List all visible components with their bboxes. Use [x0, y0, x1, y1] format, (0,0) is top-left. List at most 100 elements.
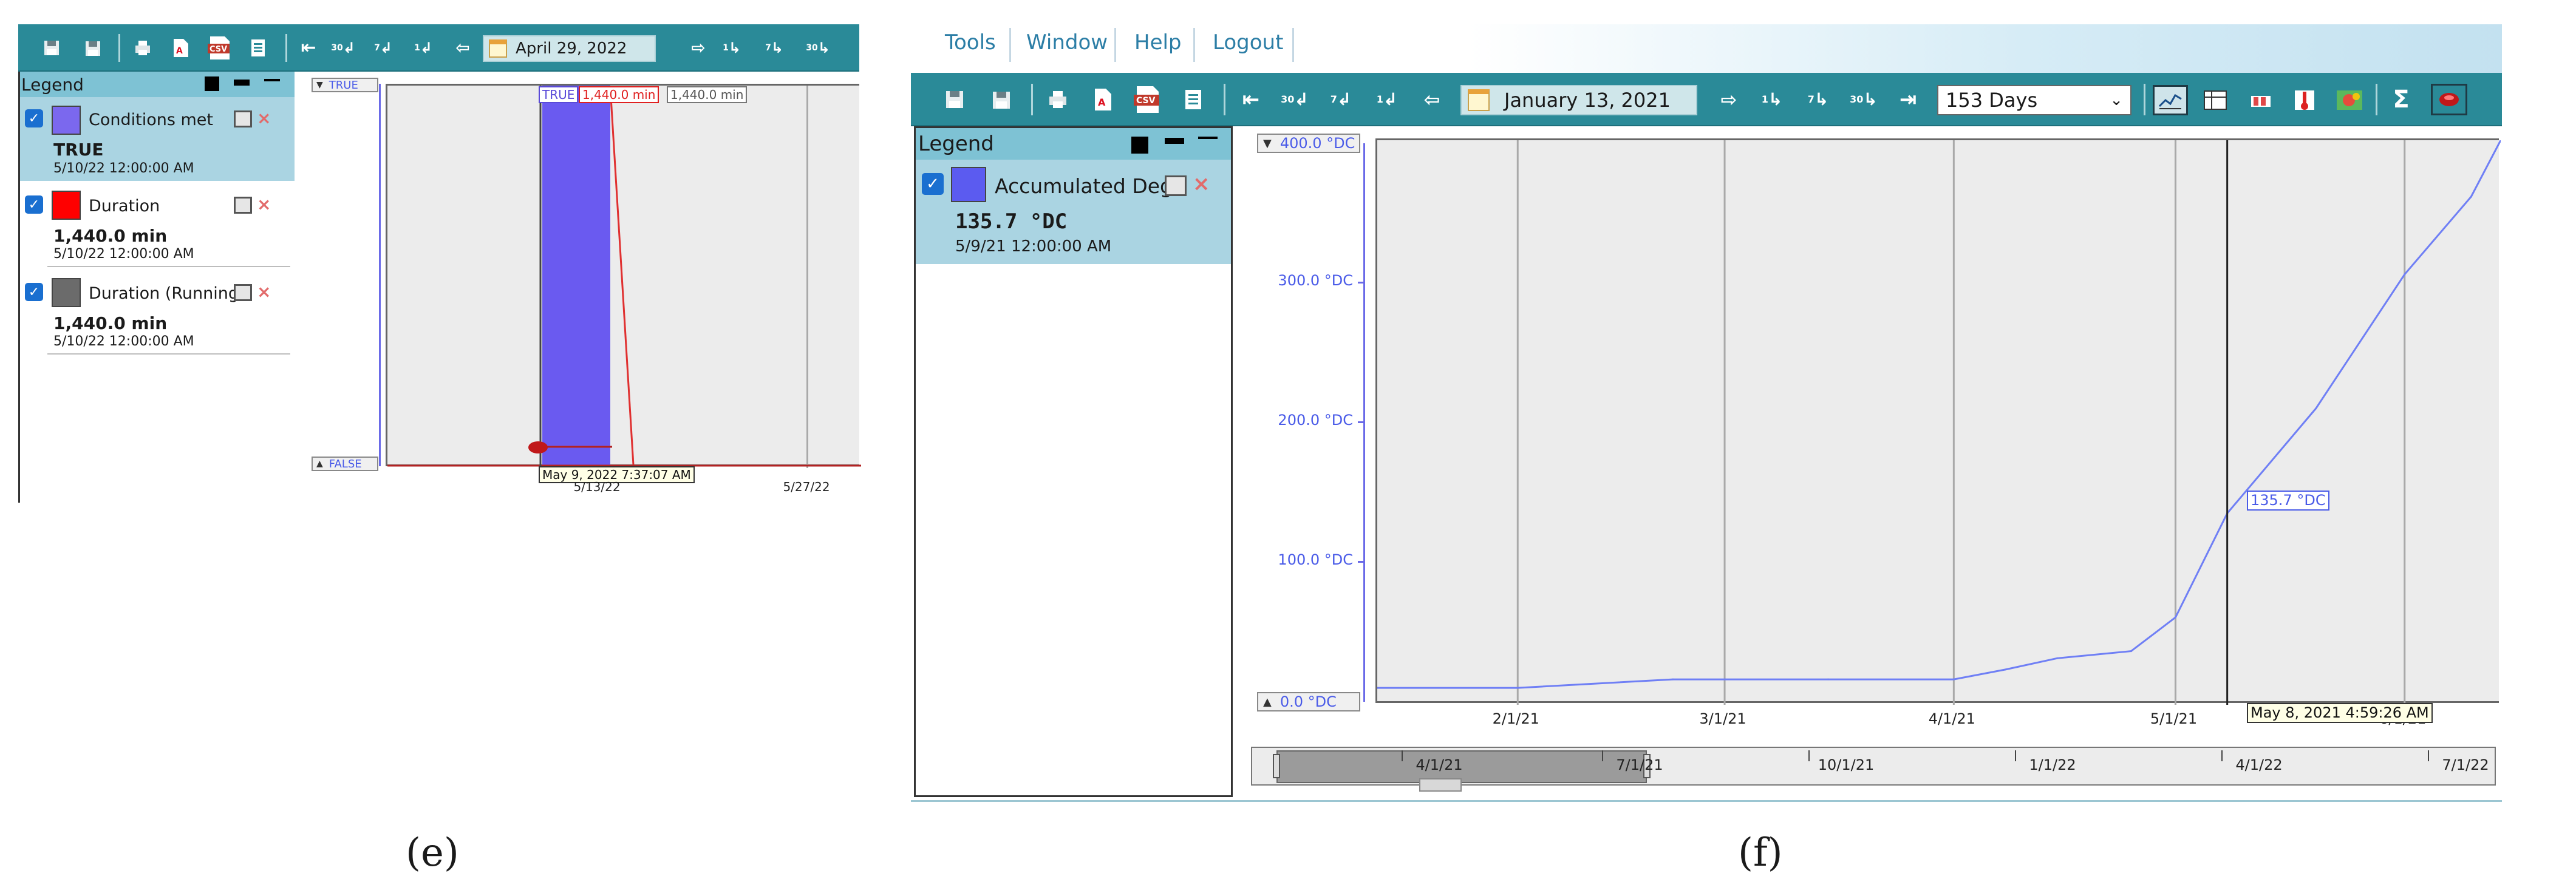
first-icon[interactable]: ⇤	[296, 36, 321, 59]
data-point	[2005, 668, 2007, 671]
forward-30-label: 30	[806, 43, 818, 53]
date-value: April 29, 2022	[516, 39, 627, 58]
sum-icon[interactable]: Σ	[2388, 85, 2414, 114]
csv-icon[interactable]: CSV	[206, 35, 233, 61]
forward-1-icon[interactable]: 1 ↳	[1756, 86, 1788, 113]
x-tick-label: 5/13/22	[573, 480, 621, 494]
remove-series-icon[interactable]: ×	[257, 108, 271, 128]
menu-window[interactable]: Window	[1026, 30, 1108, 55]
navigator-tick-mark	[2428, 750, 2429, 761]
legend-minimize-icon[interactable]	[234, 80, 250, 86]
back-30-icon[interactable]: 30 ↲	[1278, 86, 1312, 113]
series-options-icon[interactable]	[1165, 175, 1187, 196]
legend-collapse-icon[interactable]	[1198, 137, 1218, 139]
report-icon[interactable]	[1181, 87, 1205, 112]
back-7-icon[interactable]: 7 ↲	[369, 36, 397, 59]
legend-item[interactable]: ✓ Duration × 1,440.0 min 5/10/22 12:00:0…	[20, 181, 295, 267]
navigator-tick-mark	[1602, 750, 1603, 761]
pdf-icon[interactable]: A	[170, 36, 191, 59]
thermometer-icon[interactable]	[2291, 86, 2319, 114]
last-icon[interactable]: ⇥	[1895, 86, 1921, 113]
first-icon[interactable]: ⇤	[1238, 86, 1264, 113]
plot-area-e[interactable]	[386, 84, 861, 468]
date-picker[interactable]: April 29, 2022	[483, 35, 656, 62]
printer-icon[interactable]	[132, 38, 153, 58]
remove-series-icon[interactable]: ×	[257, 282, 271, 302]
x-tick-label: 5/27/22	[783, 480, 830, 494]
menu-logout[interactable]: Logout	[1213, 30, 1283, 55]
navigator-left-handle[interactable]	[1273, 754, 1280, 778]
navigator-tick-label: 10/1/21	[1818, 756, 1875, 773]
pdf-icon[interactable]: A	[1091, 86, 1115, 113]
back-7-icon[interactable]: 7 ↲	[1325, 86, 1357, 113]
legend-minimize-icon[interactable]	[1165, 138, 1184, 144]
back-1-icon[interactable]: 1 ↲	[1371, 86, 1403, 113]
forward-30-icon[interactable]: 30 ↳	[1846, 86, 1881, 113]
legend-item[interactable]: ✓ Accumulated Degr × 135.7 °DC 5/9/21 12…	[916, 160, 1231, 264]
save-icon[interactable]	[942, 87, 967, 112]
y-axis-min-label: FALSE	[329, 457, 362, 470]
back-30-label: 30	[1281, 93, 1295, 105]
remove-series-icon[interactable]: ×	[257, 194, 271, 214]
prev-icon[interactable]: ⇦	[451, 36, 475, 59]
y-axis-max-button[interactable]: ▼ 400.0 °DC	[1257, 134, 1360, 153]
next-icon[interactable]: ⇨	[686, 36, 710, 59]
legend-dock-icon[interactable]	[1131, 137, 1148, 154]
csv-icon[interactable]: CSV	[1133, 85, 1163, 114]
series-swatch	[52, 191, 81, 220]
forward-7-icon[interactable]: 7 ↳	[760, 36, 788, 59]
remove-series-icon[interactable]: ×	[1193, 172, 1210, 196]
range-select[interactable]: 153 Days ⌄	[1937, 85, 2131, 115]
series-options-icon[interactable]	[234, 284, 252, 301]
data-point	[2174, 616, 2176, 619]
running-value-tag: 1,440.0 min	[667, 86, 748, 103]
forward-7-icon[interactable]: 7 ↳	[1802, 86, 1834, 113]
x-tick-label: 3/1/21	[1699, 710, 1746, 727]
save-as-icon[interactable]	[989, 87, 1013, 112]
date-value: January 13, 2021	[1504, 89, 1671, 112]
menu-tools[interactable]: Tools	[945, 30, 996, 55]
y-axis-min-button[interactable]: ▲ FALSE	[312, 457, 378, 471]
forward-1-icon[interactable]: 1 ↳	[718, 36, 746, 59]
x-tick-label: 5/1/21	[2150, 710, 2198, 727]
back-30-icon[interactable]: 30 ↲	[329, 36, 357, 59]
checkbox[interactable]: ✓	[25, 109, 43, 127]
navigator-tick-mark	[2015, 750, 2016, 761]
bar-icon[interactable]	[2247, 87, 2275, 113]
navigator-tick-mark	[1402, 750, 1403, 761]
series-options-icon[interactable]	[234, 110, 252, 127]
legend-collapse-icon[interactable]	[264, 79, 280, 81]
line-chart-icon[interactable]	[2153, 85, 2188, 115]
table-icon[interactable]	[2201, 87, 2229, 113]
data-point	[2056, 657, 2059, 659]
navigator-grip[interactable]	[1419, 778, 1462, 792]
forward-30-label: 30	[1850, 93, 1864, 105]
legend-dock-icon[interactable]	[205, 76, 219, 91]
report-icon[interactable]	[248, 38, 268, 58]
checkbox[interactable]: ✓	[25, 195, 43, 214]
date-picker[interactable]: January 13, 2021	[1460, 85, 1697, 115]
save-icon[interactable]	[41, 38, 62, 58]
back-1-icon[interactable]: 1 ↲	[409, 36, 437, 59]
y-axis-min-button[interactable]: ▲ 0.0 °DC	[1257, 692, 1360, 711]
series-time: 5/9/21 12:00:00 AM	[955, 237, 1112, 256]
series-swatch	[52, 106, 81, 135]
save-as-icon[interactable]	[82, 38, 103, 58]
y-axis-max-button[interactable]: ▼ TRUE	[312, 78, 378, 92]
toolbar-f: A CSV ⇤ 30 ↲ 7 ↲ 1 ↲ ⇦ January 13, 2021 ⇨ 1…	[911, 73, 2502, 126]
forward-30-icon[interactable]: 30 ↳	[803, 36, 833, 59]
checkbox[interactable]: ✓	[922, 173, 944, 195]
prev-icon[interactable]: ⇦	[1419, 86, 1445, 113]
cursor-pin-icon[interactable]	[528, 441, 548, 453]
plot-area-f[interactable]	[1375, 138, 2501, 705]
map-icon[interactable]	[2334, 86, 2365, 114]
next-icon[interactable]: ⇨	[1716, 86, 1742, 113]
menu-help[interactable]: Help	[1134, 30, 1182, 55]
legend-item[interactable]: ✓ Conditions met × TRUE 5/10/22 12:00:00…	[20, 97, 295, 181]
legend-item[interactable]: ✓ Duration (Running × 1,440.0 min 5/10/2…	[20, 268, 295, 355]
printer-icon[interactable]	[1046, 87, 1070, 112]
checkbox[interactable]: ✓	[25, 283, 43, 301]
pin-icon[interactable]	[2431, 84, 2467, 115]
series-options-icon[interactable]	[234, 197, 252, 214]
data-point	[2404, 273, 2406, 276]
